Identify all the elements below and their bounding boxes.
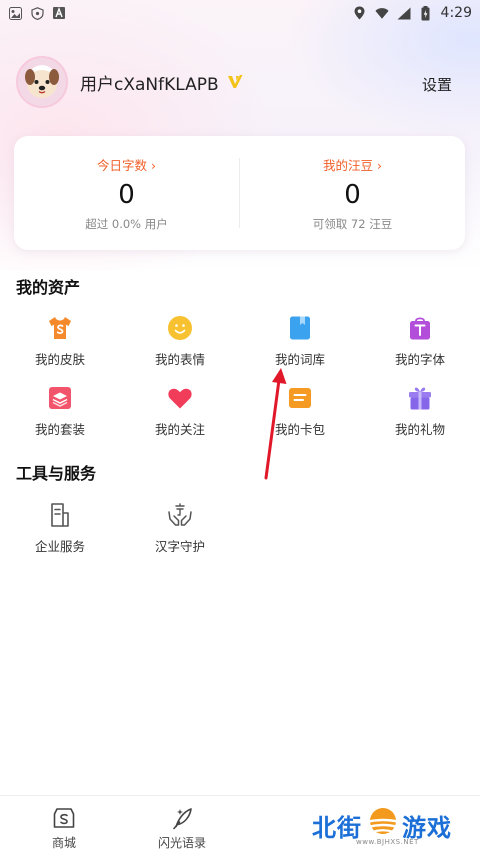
shop-icon xyxy=(53,808,75,828)
watermark-text-left: 北街 xyxy=(312,814,362,842)
quill-icon xyxy=(173,808,192,830)
tool-character-guard-label: 汉字守护 xyxy=(154,539,205,554)
tool-enterprise-label: 企业服务 xyxy=(34,539,85,554)
asset-bundle-label: 我的套装 xyxy=(34,422,85,437)
nav-quotes-label: 闪光语录 xyxy=(158,836,207,850)
wangdou-value: 0 xyxy=(344,180,361,210)
watermark-logo: 北街 游戏 www.BJHXS.NET xyxy=(312,804,462,848)
profile-header[interactable]: 用户cXaNfKLAPB xyxy=(16,56,243,108)
stats-card: 今日字数 › 0 超过 0.0% 用户 我的汪豆 › 0 可领取 72 汪豆 xyxy=(14,136,465,250)
asset-cards[interactable]: 我的卡包 xyxy=(240,383,360,453)
today-words-label[interactable]: 今日字数 › xyxy=(97,155,156,174)
document-icon xyxy=(51,503,69,527)
asset-skin[interactable]: 我的皮肤 xyxy=(0,313,120,383)
settings-button[interactable]: 设置 xyxy=(422,74,452,95)
gallery-icon xyxy=(8,6,22,20)
heart-icon xyxy=(168,388,192,409)
location-icon xyxy=(353,6,367,20)
asset-follow-label: 我的关注 xyxy=(154,422,205,437)
asset-cards-label: 我的卡包 xyxy=(274,422,325,437)
smile-icon xyxy=(168,316,192,340)
nav-quotes[interactable]: 闪光语录 xyxy=(158,806,206,851)
assets-section-title: 我的资产 xyxy=(16,278,81,297)
tools-section-title: 工具与服务 xyxy=(16,464,97,483)
asset-skin-label: 我的皮肤 xyxy=(34,352,85,367)
signal-icon xyxy=(397,6,411,20)
asset-lexicon[interactable]: 我的词库 xyxy=(240,313,360,383)
asset-emoji-label: 我的表情 xyxy=(154,352,205,367)
watermark-url: www.BJHXS.NET xyxy=(356,838,419,846)
book-icon xyxy=(290,316,310,340)
tool-character-guard[interactable]: 汉字守护 xyxy=(120,500,240,570)
clock: 4:29 xyxy=(440,5,472,21)
a-icon xyxy=(52,6,66,20)
assets-grid: 我的皮肤 我的表情 我的词库 我的字体 我的套装 我的关注 我的卡包 我的礼物 xyxy=(0,313,480,453)
asset-font[interactable]: 我的字体 xyxy=(360,313,480,383)
nav-shop-label: 商城 xyxy=(52,836,77,850)
hands-character-icon xyxy=(168,503,192,526)
asset-gift[interactable]: 我的礼物 xyxy=(360,383,480,453)
asset-font-label: 我的字体 xyxy=(394,352,445,367)
asset-lexicon-label: 我的词库 xyxy=(274,352,325,367)
dog-avatar-icon xyxy=(25,69,59,98)
wangdou-claimable: 可领取 72 汪豆 xyxy=(312,217,393,231)
tool-enterprise[interactable]: 企业服务 xyxy=(0,500,120,570)
layers-icon xyxy=(49,387,71,409)
tools-grid: 企业服务 汉字守护 xyxy=(0,500,480,570)
asset-emoji[interactable]: 我的表情 xyxy=(120,313,240,383)
avatar[interactable] xyxy=(16,56,68,108)
gift-icon xyxy=(409,387,431,410)
asset-gift-label: 我的礼物 xyxy=(394,422,445,437)
card-icon xyxy=(289,388,311,408)
watermark-sun-icon xyxy=(365,808,401,834)
status-bar: 4:29 xyxy=(0,0,480,26)
today-words-rank: 超过 0.0% 用户 xyxy=(85,217,168,231)
today-words-value: 0 xyxy=(118,180,135,210)
battery-icon xyxy=(419,5,433,20)
vip-badge-icon[interactable] xyxy=(227,74,243,90)
nav-shop[interactable]: 商城 xyxy=(52,806,76,851)
username[interactable]: 用户cXaNfKLAPB xyxy=(80,70,219,95)
shirt-icon xyxy=(49,317,71,339)
font-bag-icon xyxy=(410,317,430,340)
asset-follow[interactable]: 我的关注 xyxy=(120,383,240,453)
wangdou-stat[interactable]: 我的汪豆 › 0 可领取 72 汪豆 xyxy=(240,136,465,250)
asset-bundle[interactable]: 我的套装 xyxy=(0,383,120,453)
today-words-stat[interactable]: 今日字数 › 0 超过 0.0% 用户 xyxy=(14,136,239,250)
shield-icon xyxy=(30,6,44,20)
wangdou-label[interactable]: 我的汪豆 › xyxy=(323,155,382,174)
wifi-icon xyxy=(374,6,389,20)
